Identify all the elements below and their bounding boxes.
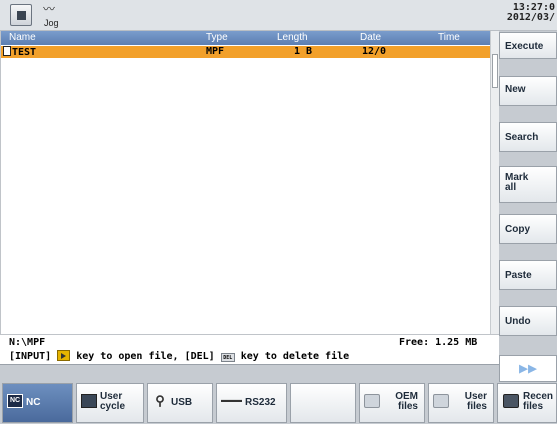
recent-files-button[interactable]: Recen files <box>497 383 557 423</box>
file-list[interactable]: Name Type Length Date Time TEST MPF 1 B … <box>0 31 491 334</box>
user-cycle-button[interactable]: User cycle <box>76 383 144 423</box>
file-row-selected[interactable]: TEST MPF 1 B 12/0 <box>1 46 491 58</box>
status-area: N:\MPF Free: 1.25 MB [INPUT] key to open… <box>0 334 499 364</box>
clock: 13:27:0 2012/03/ <box>475 3 555 23</box>
column-time[interactable]: Time <box>438 32 460 43</box>
column-length[interactable]: Length <box>277 32 308 43</box>
clock-date: 2012/03/ <box>506 12 555 23</box>
rs232-button[interactable]: ▬▬▬ RS232 <box>216 383 287 423</box>
user-files-label: User files <box>464 391 487 412</box>
file-type-cell: MPF <box>206 46 225 57</box>
jog-wave-icon: 〰 <box>43 2 56 16</box>
new-button[interactable]: New <box>499 76 557 106</box>
header-bar: 〰 Jog 13:27:0 2012/03/ <box>0 0 557 31</box>
rs232-icon: ▬▬▬ <box>221 397 242 404</box>
file-date-cell: 12/0 <box>362 46 387 57</box>
hint-input: [INPUT] <box>9 351 52 362</box>
jog-label: Jog <box>44 18 59 28</box>
del-key-icon: DEL <box>220 353 235 362</box>
user-files-button[interactable]: User files <box>428 383 494 423</box>
vertical-softkeys: Execute New Search Mark all Copy Paste U… <box>499 31 557 364</box>
column-name[interactable]: Name <box>9 32 36 43</box>
oem-files-label: OEM files <box>395 391 418 412</box>
execute-button[interactable]: Execute <box>499 32 557 59</box>
hint-line: [INPUT] key to open file, [DEL] DEL key … <box>9 350 349 362</box>
recent-files-icon <box>503 394 519 408</box>
input-key-icon <box>57 350 71 361</box>
nc-label: NC <box>26 397 41 408</box>
search-button[interactable]: Search <box>499 122 557 152</box>
info-bar <box>0 364 557 382</box>
scrollbar-thumb[interactable] <box>492 54 498 88</box>
file-icon <box>3 46 11 56</box>
column-type[interactable]: Type <box>206 32 228 43</box>
undo-button[interactable]: Undo <box>499 306 557 336</box>
horizontal-softkeys: NC NC User cycle ⚲ USB ▬▬▬ RS232 OEM fil… <box>0 382 557 424</box>
user-cycle-icon <box>81 394 97 408</box>
copy-button[interactable]: Copy <box>499 214 557 244</box>
usb-button[interactable]: ⚲ USB <box>147 383 213 423</box>
file-name-cell: TEST <box>3 46 36 59</box>
hint-delete: key to delete file <box>240 351 350 362</box>
file-length-cell: 1 B <box>294 46 313 57</box>
mark-all-button[interactable]: Mark all <box>499 166 557 203</box>
hint-open: key to open file, [DEL] <box>76 351 215 362</box>
free-space: Free: 1.25 MB <box>399 337 478 348</box>
rs232-label: RS232 <box>245 397 276 408</box>
machine-mode-icon[interactable] <box>10 4 32 26</box>
usb-label: USB <box>171 397 193 408</box>
next-softkeys-button[interactable]: ▶▶ <box>499 355 557 382</box>
column-date[interactable]: Date <box>360 32 381 43</box>
paste-button[interactable]: Paste <box>499 260 557 290</box>
oem-files-button[interactable]: OEM files <box>359 383 425 423</box>
current-path: N:\MPF <box>9 337 46 348</box>
usb-icon: ⚲ <box>155 393 165 408</box>
nc-button[interactable]: NC NC <box>2 383 73 423</box>
empty-softkey[interactable] <box>290 383 356 423</box>
nc-icon: NC <box>7 394 23 408</box>
folder-icon <box>433 394 449 408</box>
recent-files-label: Recen files <box>523 391 554 412</box>
folder-icon <box>364 394 380 408</box>
user-cycle-label: User cycle <box>100 391 126 412</box>
column-header: Name Type Length Date Time <box>1 31 491 45</box>
